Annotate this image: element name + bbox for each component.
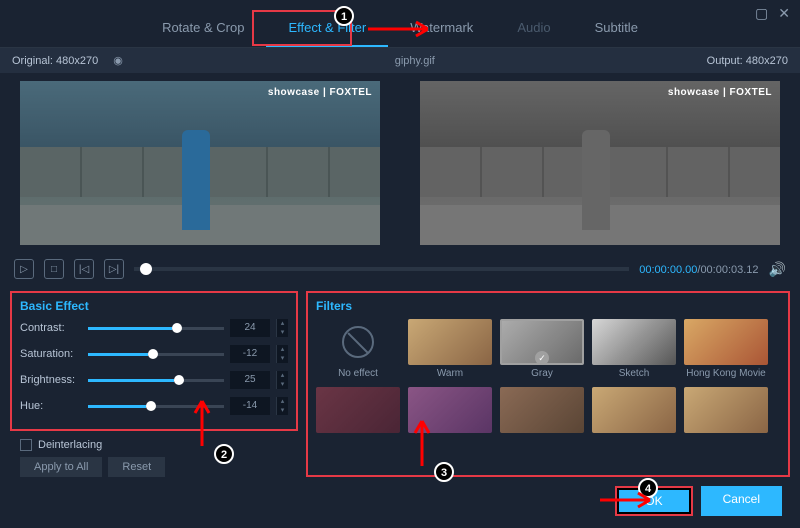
brightness-slider[interactable] xyxy=(88,379,224,382)
tab-subtitle[interactable]: Subtitle xyxy=(573,10,660,47)
watermark-text: showcase | FOXTEL xyxy=(668,87,772,98)
brightness-spinner[interactable]: ▴▾ xyxy=(276,371,288,389)
saturation-slider[interactable] xyxy=(88,353,224,356)
tab-rotate-crop[interactable]: Rotate & Crop xyxy=(140,10,266,47)
time-display: 00:00:00.00/00:00:03.12 xyxy=(639,263,758,276)
progress-thumb[interactable] xyxy=(140,263,152,275)
cancel-button[interactable]: Cancel xyxy=(701,486,782,516)
time-current: 00:00:00.00 xyxy=(639,264,697,276)
close-icon[interactable]: ✕ xyxy=(778,5,790,22)
contrast-label: Contrast: xyxy=(20,322,82,334)
minimize-icon[interactable]: ▢ xyxy=(755,5,768,22)
brightness-label: Brightness: xyxy=(20,374,82,386)
deinterlacing-checkbox[interactable] xyxy=(20,439,32,451)
volume-icon[interactable]: 🔊 xyxy=(769,261,786,278)
hue-value[interactable]: -14 xyxy=(230,397,270,415)
output-video-frame: showcase | FOXTEL xyxy=(420,81,780,245)
prev-frame-button[interactable]: |◁ xyxy=(74,259,94,279)
filename-label: giphy.gif xyxy=(123,55,707,67)
saturation-label: Saturation: xyxy=(20,348,82,360)
contrast-slider[interactable] xyxy=(88,327,224,330)
check-icon: ✓ xyxy=(535,351,549,365)
eye-icon[interactable]: ◉ xyxy=(113,55,123,67)
filter-no-effect[interactable]: No effect xyxy=(316,319,400,379)
apply-to-all-button[interactable]: Apply to All xyxy=(20,457,102,477)
original-resolution-label: Original: 480x270 xyxy=(12,55,98,67)
deinterlacing-label: Deinterlacing xyxy=(38,439,102,451)
filter-item[interactable] xyxy=(684,387,768,447)
filter-hong-kong-movie[interactable]: Hong Kong Movie xyxy=(684,319,768,379)
next-frame-button[interactable]: ▷| xyxy=(104,259,124,279)
filter-item[interactable] xyxy=(408,387,492,447)
no-effect-icon xyxy=(342,326,374,358)
basic-effect-panel: Basic Effect Contrast: 24 ▴▾ Saturation:… xyxy=(10,291,298,431)
filter-item[interactable] xyxy=(592,387,676,447)
reset-button[interactable]: Reset xyxy=(108,457,165,477)
tab-effect-filter[interactable]: Effect & Filter xyxy=(266,10,388,47)
basic-effect-title: Basic Effect xyxy=(20,299,288,313)
tab-watermark[interactable]: Watermark xyxy=(388,10,495,47)
original-video-frame: showcase | FOXTEL xyxy=(20,81,380,245)
filter-sketch[interactable]: Sketch xyxy=(592,319,676,379)
filter-item[interactable] xyxy=(500,387,584,447)
filters-title: Filters xyxy=(316,299,780,313)
play-button[interactable]: ▷ xyxy=(14,259,34,279)
watermark-text: showcase | FOXTEL xyxy=(268,87,372,98)
hue-slider[interactable] xyxy=(88,405,224,408)
output-resolution-label: Output: 480x270 xyxy=(707,55,788,67)
saturation-value[interactable]: -12 xyxy=(230,345,270,363)
time-total: 00:00:03.12 xyxy=(700,264,758,276)
progress-slider[interactable] xyxy=(134,267,629,271)
ok-button[interactable]: OK xyxy=(615,486,692,516)
filter-gray[interactable]: ✓ Gray xyxy=(500,319,584,379)
hue-label: Hue: xyxy=(20,400,82,412)
preview-header: Original: 480x270 ◉ giphy.gif Output: 48… xyxy=(0,48,800,73)
filter-item[interactable] xyxy=(316,387,400,447)
filter-warm[interactable]: Warm xyxy=(408,319,492,379)
original-preview: showcase | FOXTEL xyxy=(0,73,400,253)
contrast-spinner[interactable]: ▴▾ xyxy=(276,319,288,337)
preview-area: showcase | FOXTEL showcase | FOXTEL xyxy=(0,73,800,253)
tab-audio: Audio xyxy=(495,10,572,47)
hue-spinner[interactable]: ▴▾ xyxy=(276,397,288,415)
playback-controls: ▷ □ |◁ ▷| 00:00:00.00/00:00:03.12 🔊 xyxy=(0,253,800,285)
contrast-value[interactable]: 24 xyxy=(230,319,270,337)
output-preview: showcase | FOXTEL xyxy=(400,73,800,253)
brightness-value[interactable]: 25 xyxy=(230,371,270,389)
window-controls: ▢ ✕ xyxy=(755,5,790,22)
saturation-spinner[interactable]: ▴▾ xyxy=(276,345,288,363)
filters-panel: Filters No effect Warm ✓ Gray Sketch Hon… xyxy=(306,291,790,477)
stop-button[interactable]: □ xyxy=(44,259,64,279)
tab-bar: Rotate & Crop Effect & Filter Watermark … xyxy=(0,0,800,48)
